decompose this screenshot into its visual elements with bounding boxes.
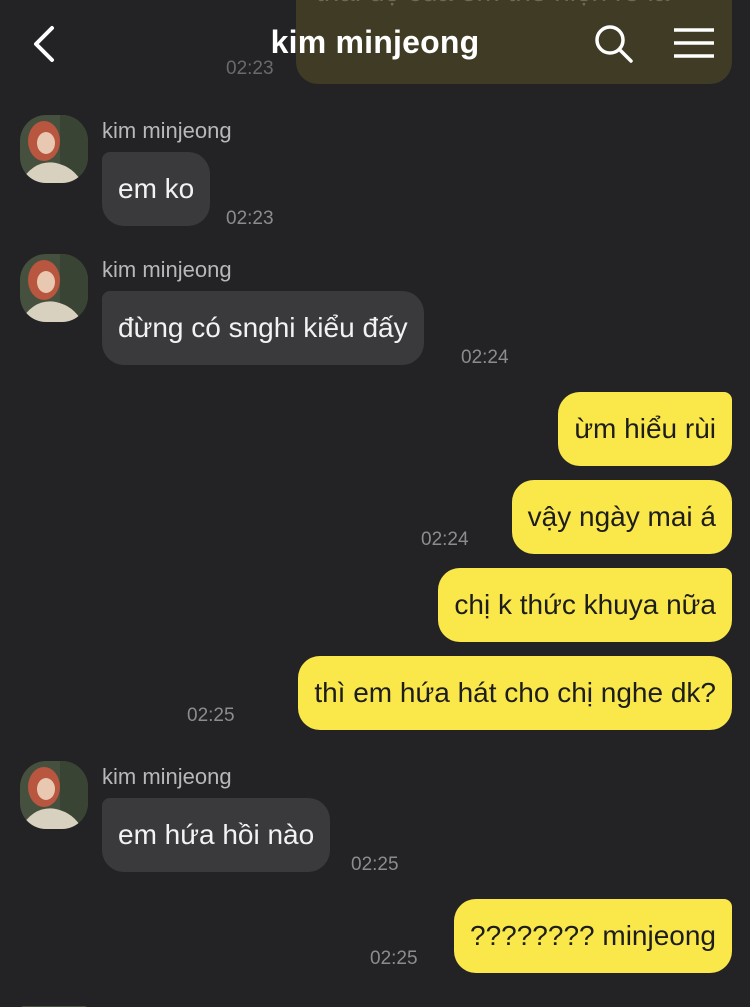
message-time: 02:23 bbox=[226, 208, 274, 229]
avatar-image bbox=[20, 115, 88, 183]
chat-header: kim minjeong bbox=[0, 0, 750, 88]
outgoing-message-bubble[interactable]: vậy ngày mai á bbox=[511, 480, 732, 554]
chat-title: kim minjeong bbox=[270, 24, 480, 60]
avatar-image bbox=[20, 254, 88, 322]
outgoing-message-bubble[interactable]: ừm hiểu rùi bbox=[558, 392, 732, 466]
message-time: 02:25 bbox=[351, 854, 399, 875]
outgoing-message-bubble[interactable]: thì em hứa hát cho chị nghe dk? bbox=[298, 656, 732, 730]
message-text: thì em hứa hát cho chị nghe dk? bbox=[314, 677, 716, 708]
outgoing-message-bubble[interactable]: ???????? minjeong bbox=[454, 899, 732, 973]
incoming-message-bubble[interactable]: em hứa hồi nào bbox=[102, 798, 331, 872]
message-time: 02:24 bbox=[461, 347, 509, 368]
message-text: đừng có snghi kiểu đấy bbox=[118, 312, 408, 343]
chevron-left-icon bbox=[34, 26, 54, 62]
avatar[interactable] bbox=[20, 761, 88, 829]
message-time: 02:25 bbox=[187, 705, 235, 726]
incoming-message-bubble[interactable]: đừng có snghi kiểu đấy bbox=[102, 291, 424, 365]
sender-name: kim minjeong bbox=[102, 118, 232, 143]
avatar-image bbox=[20, 761, 88, 829]
search-icon bbox=[595, 25, 633, 63]
sender-name: kim minjeong bbox=[102, 257, 232, 282]
message-text: em hứa hồi nào bbox=[118, 819, 315, 850]
message-text: ???????? minjeong bbox=[470, 920, 716, 951]
avatar[interactable] bbox=[20, 254, 88, 322]
message-text: chị k thức khuya nữa bbox=[454, 589, 716, 620]
back-button[interactable] bbox=[28, 22, 68, 66]
avatar[interactable] bbox=[20, 1000, 88, 1007]
message-text: em ko bbox=[118, 173, 195, 204]
avatar[interactable] bbox=[20, 115, 88, 183]
menu-button[interactable] bbox=[672, 26, 716, 62]
sender-name: kim minjeong bbox=[102, 764, 232, 789]
message-time: 02:25 bbox=[370, 948, 418, 969]
incoming-message-bubble[interactable]: em ko bbox=[102, 152, 211, 226]
message-text: vậy ngày mai á bbox=[527, 501, 716, 532]
menu-icon bbox=[674, 28, 714, 58]
search-button[interactable] bbox=[592, 22, 636, 66]
message-time: 02:24 bbox=[421, 529, 469, 550]
outgoing-message-bubble[interactable]: chị k thức khuya nữa bbox=[438, 568, 732, 642]
message-text: ừm hiểu rùi bbox=[574, 413, 716, 444]
